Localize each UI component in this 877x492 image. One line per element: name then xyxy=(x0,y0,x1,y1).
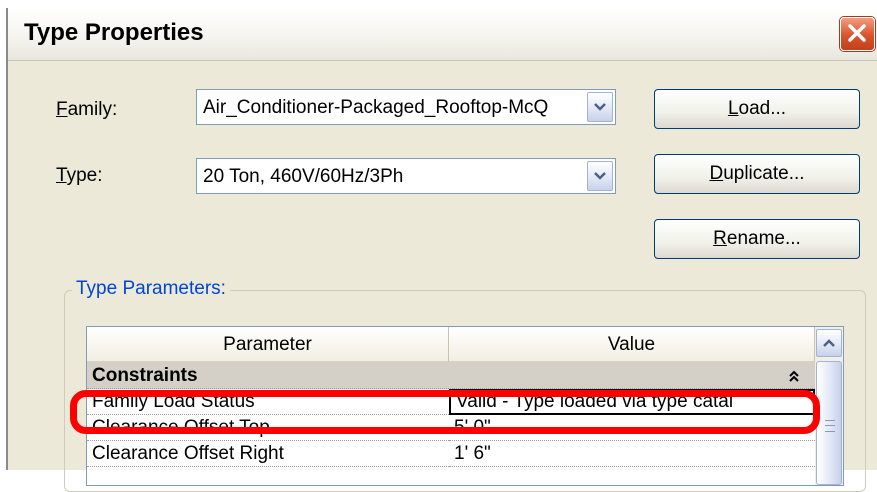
family-value: Air_Conditioner-Packaged_Rooftop-McQ xyxy=(203,97,549,118)
vertical-scrollbar[interactable] xyxy=(815,327,843,485)
column-header-parameter[interactable]: Parameter xyxy=(87,327,449,363)
chevron-down-icon xyxy=(594,103,606,111)
type-value: 20 Ton, 460V/60Hz/3Ph xyxy=(203,166,404,187)
type-properties-dialog: Type Properties Family: Air_Conditioner-… xyxy=(6,8,877,492)
close-icon xyxy=(848,24,866,42)
family-dropdown-arrow[interactable] xyxy=(587,92,613,122)
chevron-up-icon xyxy=(823,339,835,347)
family-label: Family: xyxy=(56,99,118,120)
table-row[interactable]: Clearance Offset Right 1' 6" xyxy=(87,441,815,467)
dialog-title: Type Properties xyxy=(24,19,204,46)
column-header-value[interactable]: Value xyxy=(449,327,815,363)
close-button[interactable] xyxy=(840,17,875,51)
parameter-name: Clearance Offset Top xyxy=(87,415,449,441)
scroll-grip-icon xyxy=(825,420,835,432)
type-dropdown[interactable]: 20 Ton, 460V/60Hz/3Ph xyxy=(196,158,616,194)
category-label: Constraints xyxy=(87,363,815,389)
type-parameters-grid[interactable]: Parameter Value Constraints Family Load … xyxy=(86,326,844,486)
parameter-value-field[interactable]: Valid - Type loaded via type catal xyxy=(449,389,815,415)
category-row-constraints[interactable]: Constraints xyxy=(87,363,815,389)
table-row[interactable]: Clearance Offset Top 5' 0" xyxy=(87,415,815,441)
parameter-name: Clearance Offset Right xyxy=(87,441,449,467)
duplicate-button[interactable]: Duplicate... xyxy=(654,154,860,194)
family-dropdown[interactable]: Air_Conditioner-Packaged_Rooftop-McQ xyxy=(196,89,616,125)
chevron-down-icon xyxy=(594,172,606,180)
parameter-value[interactable]: 1' 6" xyxy=(449,441,815,467)
scroll-thumb[interactable] xyxy=(816,361,842,485)
rename-button[interactable]: Rename... xyxy=(654,219,860,259)
type-label: Type: xyxy=(56,165,103,186)
table-row[interactable]: Family Load Status Valid - Type loaded v… xyxy=(87,389,815,415)
type-parameters-label: Type Parameters: xyxy=(72,278,230,300)
scroll-up-button[interactable] xyxy=(816,329,842,357)
collapse-icon[interactable] xyxy=(787,369,801,383)
parameter-name: Family Load Status xyxy=(87,389,449,415)
parameter-value[interactable]: 5' 0" xyxy=(449,415,815,441)
title-bar[interactable]: Type Properties xyxy=(8,8,877,61)
type-dropdown-arrow[interactable] xyxy=(587,161,613,191)
load-button[interactable]: Load... xyxy=(654,89,860,129)
